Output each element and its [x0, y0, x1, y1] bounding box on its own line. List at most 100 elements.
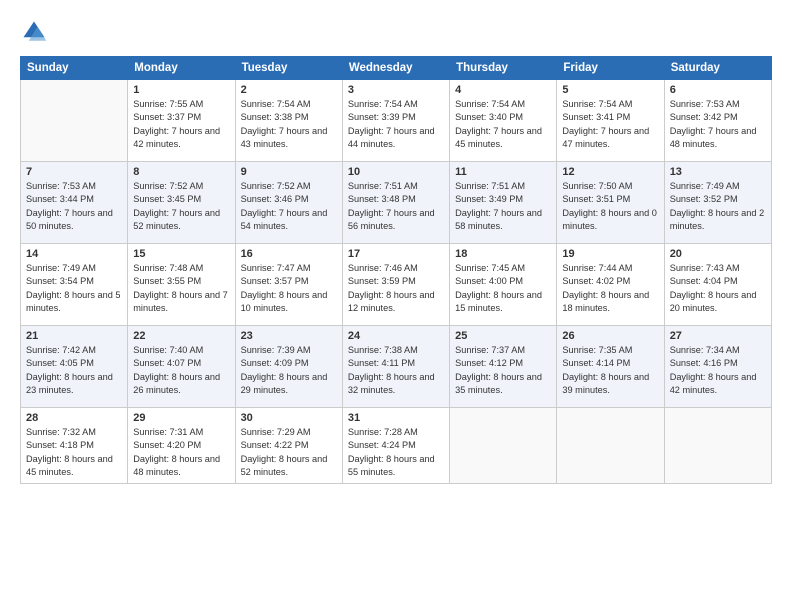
weekday-header-row: SundayMondayTuesdayWednesdayThursdayFrid…	[21, 57, 772, 80]
calendar-cell	[664, 408, 771, 484]
day-number: 11	[455, 166, 551, 178]
calendar-cell: 16 Sunrise: 7:47 AMSunset: 3:57 PMDayligh…	[235, 244, 342, 326]
calendar-cell: 8 Sunrise: 7:52 AMSunset: 3:45 PMDaylight…	[128, 162, 235, 244]
calendar-cell: 12 Sunrise: 7:50 AMSunset: 3:51 PMDayligh…	[557, 162, 664, 244]
day-number: 21	[26, 330, 122, 342]
week-row-3: 14 Sunrise: 7:49 AMSunset: 3:54 PMDayligh…	[21, 244, 772, 326]
cell-info: Sunrise: 7:31 AMSunset: 4:20 PMDaylight:…	[133, 426, 229, 479]
calendar-cell: 20Sunrise: 7:43 AMSunset: 4:04 PMDayligh…	[664, 244, 771, 326]
day-number: 23	[241, 330, 337, 342]
cell-info: Sunrise: 7:54 AMSunset: 3:38 PMDaylight:…	[241, 98, 337, 151]
cell-info: Sunrise: 7:46 AMSunset: 3:59 PMDaylight:…	[348, 262, 444, 315]
calendar-cell: 29Sunrise: 7:31 AMSunset: 4:20 PMDayligh…	[128, 408, 235, 484]
weekday-wednesday: Wednesday	[342, 57, 449, 80]
cell-info: Sunrise: 7:54 AMSunset: 3:40 PMDaylight:…	[455, 98, 551, 151]
day-number: 19	[562, 248, 658, 260]
cell-info: Sunrise: 7:39 AMSunset: 4:09 PMDaylight:…	[241, 344, 337, 397]
calendar-cell: 17 Sunrise: 7:46 AMSunset: 3:59 PMDayligh…	[342, 244, 449, 326]
cell-info: Sunrise: 7:51 AMSunset: 3:48 PMDaylight:…	[348, 180, 444, 233]
day-number: 2	[241, 84, 337, 96]
day-number: 14	[26, 248, 122, 260]
calendar-cell: 13Sunrise: 7:49 AMSunset: 3:52 PMDayligh…	[664, 162, 771, 244]
day-number: 15	[133, 248, 229, 260]
cell-info: Sunrise: 7:48 AMSunset: 3:55 PMDaylight:…	[133, 262, 229, 315]
day-number: 17	[348, 248, 444, 260]
cell-info: Sunrise: 7:34 AMSunset: 4:16 PMDaylight:…	[670, 344, 766, 397]
week-row-4: 21 Sunrise: 7:42 AMSunset: 4:05 PMDayligh…	[21, 326, 772, 408]
week-row-5: 28Sunrise: 7:32 AMSunset: 4:18 PMDayligh…	[21, 408, 772, 484]
calendar-table: SundayMondayTuesdayWednesdayThursdayFrid…	[20, 56, 772, 484]
cell-info: Sunrise: 7:52 AMSunset: 3:45 PMDaylight:…	[133, 180, 229, 233]
day-number: 31	[348, 412, 444, 424]
cell-info: Sunrise: 7:49 AMSunset: 3:54 PMDaylight:…	[26, 262, 122, 315]
day-number: 22	[133, 330, 229, 342]
calendar-cell: 2 Sunrise: 7:54 AMSunset: 3:38 PMDaylight…	[235, 80, 342, 162]
calendar-cell: 14 Sunrise: 7:49 AMSunset: 3:54 PMDayligh…	[21, 244, 128, 326]
calendar-cell	[557, 408, 664, 484]
calendar-cell: 31 Sunrise: 7:28 AMSunset: 4:24 PMDayligh…	[342, 408, 449, 484]
calendar-cell: 18Sunrise: 7:45 AMSunset: 4:00 PMDayligh…	[450, 244, 557, 326]
calendar-cell: 21 Sunrise: 7:42 AMSunset: 4:05 PMDayligh…	[21, 326, 128, 408]
calendar-cell: 11 Sunrise: 7:51 AMSunset: 3:49 PMDayligh…	[450, 162, 557, 244]
weekday-friday: Friday	[557, 57, 664, 80]
cell-info: Sunrise: 7:53 AMSunset: 3:42 PMDaylight:…	[670, 98, 766, 151]
calendar-cell: 25Sunrise: 7:37 AMSunset: 4:12 PMDayligh…	[450, 326, 557, 408]
calendar-cell: 15 Sunrise: 7:48 AMSunset: 3:55 PMDayligh…	[128, 244, 235, 326]
cell-info: Sunrise: 7:49 AMSunset: 3:52 PMDaylight:…	[670, 180, 766, 233]
calendar-cell: 30Sunrise: 7:29 AMSunset: 4:22 PMDayligh…	[235, 408, 342, 484]
calendar-cell: 1 Sunrise: 7:55 AMSunset: 3:37 PMDaylight…	[128, 80, 235, 162]
cell-info: Sunrise: 7:54 AMSunset: 3:39 PMDaylight:…	[348, 98, 444, 151]
calendar-cell: 10Sunrise: 7:51 AMSunset: 3:48 PMDayligh…	[342, 162, 449, 244]
calendar-cell: 9Sunrise: 7:52 AMSunset: 3:46 PMDaylight…	[235, 162, 342, 244]
calendar-cell	[450, 408, 557, 484]
calendar-cell: 19Sunrise: 7:44 AMSunset: 4:02 PMDayligh…	[557, 244, 664, 326]
day-number: 12	[562, 166, 658, 178]
calendar-cell: 23 Sunrise: 7:39 AMSunset: 4:09 PMDayligh…	[235, 326, 342, 408]
day-number: 3	[348, 84, 444, 96]
cell-info: Sunrise: 7:54 AMSunset: 3:41 PMDaylight:…	[562, 98, 658, 151]
cell-info: Sunrise: 7:50 AMSunset: 3:51 PMDaylight:…	[562, 180, 658, 233]
day-number: 24	[348, 330, 444, 342]
calendar-cell: 6 Sunrise: 7:53 AMSunset: 3:42 PMDaylight…	[664, 80, 771, 162]
day-number: 8	[133, 166, 229, 178]
day-number: 9	[241, 166, 337, 178]
cell-info: Sunrise: 7:42 AMSunset: 4:05 PMDaylight:…	[26, 344, 122, 397]
day-number: 16	[241, 248, 337, 260]
calendar-cell: 3 Sunrise: 7:54 AMSunset: 3:39 PMDaylight…	[342, 80, 449, 162]
cell-info: Sunrise: 7:32 AMSunset: 4:18 PMDaylight:…	[26, 426, 122, 479]
day-number: 27	[670, 330, 766, 342]
cell-info: Sunrise: 7:29 AMSunset: 4:22 PMDaylight:…	[241, 426, 337, 479]
cell-info: Sunrise: 7:43 AMSunset: 4:04 PMDaylight:…	[670, 262, 766, 315]
cell-info: Sunrise: 7:38 AMSunset: 4:11 PMDaylight:…	[348, 344, 444, 397]
weekday-saturday: Saturday	[664, 57, 771, 80]
week-row-2: 7 Sunrise: 7:53 AMSunset: 3:44 PMDaylight…	[21, 162, 772, 244]
calendar-cell: 22 Sunrise: 7:40 AMSunset: 4:07 PMDayligh…	[128, 326, 235, 408]
week-row-1: 1 Sunrise: 7:55 AMSunset: 3:37 PMDaylight…	[21, 80, 772, 162]
day-number: 5	[562, 84, 658, 96]
calendar-cell: 28Sunrise: 7:32 AMSunset: 4:18 PMDayligh…	[21, 408, 128, 484]
cell-info: Sunrise: 7:53 AMSunset: 3:44 PMDaylight:…	[26, 180, 122, 233]
calendar-cell: 26Sunrise: 7:35 AMSunset: 4:14 PMDayligh…	[557, 326, 664, 408]
cell-info: Sunrise: 7:47 AMSunset: 3:57 PMDaylight:…	[241, 262, 337, 315]
weekday-monday: Monday	[128, 57, 235, 80]
day-number: 26	[562, 330, 658, 342]
day-number: 4	[455, 84, 551, 96]
day-number: 18	[455, 248, 551, 260]
cell-info: Sunrise: 7:28 AMSunset: 4:24 PMDaylight:…	[348, 426, 444, 479]
logo	[20, 18, 52, 46]
cell-info: Sunrise: 7:51 AMSunset: 3:49 PMDaylight:…	[455, 180, 551, 233]
day-number: 6	[670, 84, 766, 96]
calendar-cell: 24 Sunrise: 7:38 AMSunset: 4:11 PMDayligh…	[342, 326, 449, 408]
calendar-cell: 5 Sunrise: 7:54 AMSunset: 3:41 PMDaylight…	[557, 80, 664, 162]
calendar-cell: 7 Sunrise: 7:53 AMSunset: 3:44 PMDaylight…	[21, 162, 128, 244]
calendar-page: SundayMondayTuesdayWednesdayThursdayFrid…	[0, 0, 792, 612]
cell-info: Sunrise: 7:40 AMSunset: 4:07 PMDaylight:…	[133, 344, 229, 397]
cell-info: Sunrise: 7:37 AMSunset: 4:12 PMDaylight:…	[455, 344, 551, 397]
day-number: 7	[26, 166, 122, 178]
weekday-thursday: Thursday	[450, 57, 557, 80]
page-header	[20, 18, 772, 46]
day-number: 1	[133, 84, 229, 96]
calendar-cell	[21, 80, 128, 162]
weekday-tuesday: Tuesday	[235, 57, 342, 80]
cell-info: Sunrise: 7:55 AMSunset: 3:37 PMDaylight:…	[133, 98, 229, 151]
